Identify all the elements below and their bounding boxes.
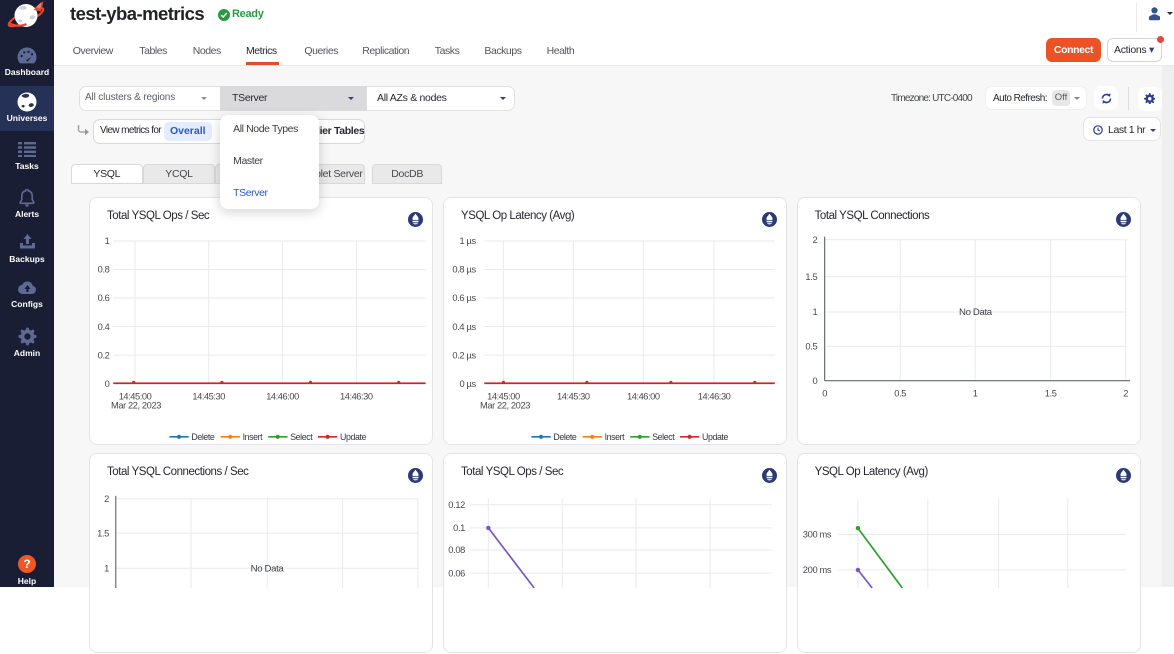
svg-text:2: 2 (104, 494, 109, 504)
svg-text:300 ms: 300 ms (802, 530, 831, 540)
svg-text:0.5: 0.5 (894, 388, 906, 398)
svg-text:0.5: 0.5 (805, 342, 817, 352)
svg-text:Update: Update (340, 432, 366, 442)
svg-text:0.12: 0.12 (448, 500, 465, 510)
svg-text:1: 1 (105, 236, 110, 246)
svg-text:Insert: Insert (605, 432, 626, 442)
svg-text:0.4: 0.4 (98, 322, 110, 332)
svg-text:0: 0 (105, 379, 110, 389)
svg-text:2: 2 (812, 235, 817, 245)
svg-text:14:45:30: 14:45:30 (557, 392, 590, 402)
svg-text:0.08: 0.08 (448, 545, 465, 555)
svg-text:No Data: No Data (251, 564, 285, 575)
svg-text:1: 1 (104, 564, 109, 574)
svg-text:14:46:30: 14:46:30 (698, 392, 731, 402)
svg-text:0.1: 0.1 (453, 523, 465, 533)
svg-text:0.6: 0.6 (98, 293, 110, 303)
svg-text:Select: Select (290, 432, 313, 442)
svg-text:0.2 µs: 0.2 µs (452, 350, 476, 360)
svg-text:No Data: No Data (959, 307, 993, 318)
svg-text:0: 0 (812, 376, 817, 386)
svg-text:0.6 µs: 0.6 µs (452, 293, 476, 303)
svg-text:Mar 22, 2023: Mar 22, 2023 (111, 401, 161, 411)
svg-text:1.5: 1.5 (805, 272, 817, 282)
svg-text:0.8: 0.8 (98, 265, 110, 275)
svg-text:Mar 22, 2023: Mar 22, 2023 (480, 401, 530, 411)
svg-text:0.8 µs: 0.8 µs (452, 265, 476, 275)
svg-text:14:45:30: 14:45:30 (192, 392, 225, 402)
svg-text:Insert: Insert (243, 432, 264, 442)
svg-text:0.4 µs: 0.4 µs (452, 322, 476, 332)
svg-text:1.5: 1.5 (1044, 388, 1056, 398)
svg-text:1 µs: 1 µs (459, 236, 476, 246)
svg-text:Delete: Delete (553, 432, 577, 442)
svg-text:Select: Select (652, 432, 675, 442)
svg-text:0.06: 0.06 (448, 568, 465, 578)
svg-text:0.2: 0.2 (98, 350, 110, 360)
svg-text:200 ms: 200 ms (802, 565, 831, 575)
svg-text:0 µs: 0 µs (459, 379, 476, 389)
svg-text:14:46:00: 14:46:00 (627, 392, 660, 402)
svg-text:1: 1 (972, 388, 977, 398)
svg-text:2: 2 (1123, 388, 1128, 398)
svg-text:14:46:30: 14:46:30 (340, 392, 373, 402)
svg-text:Update: Update (702, 432, 728, 442)
svg-text:Delete: Delete (191, 432, 215, 442)
svg-text:0: 0 (822, 388, 827, 398)
svg-text:14:46:00: 14:46:00 (266, 392, 299, 402)
svg-text:1: 1 (812, 307, 817, 317)
svg-text:1.5: 1.5 (97, 528, 109, 538)
